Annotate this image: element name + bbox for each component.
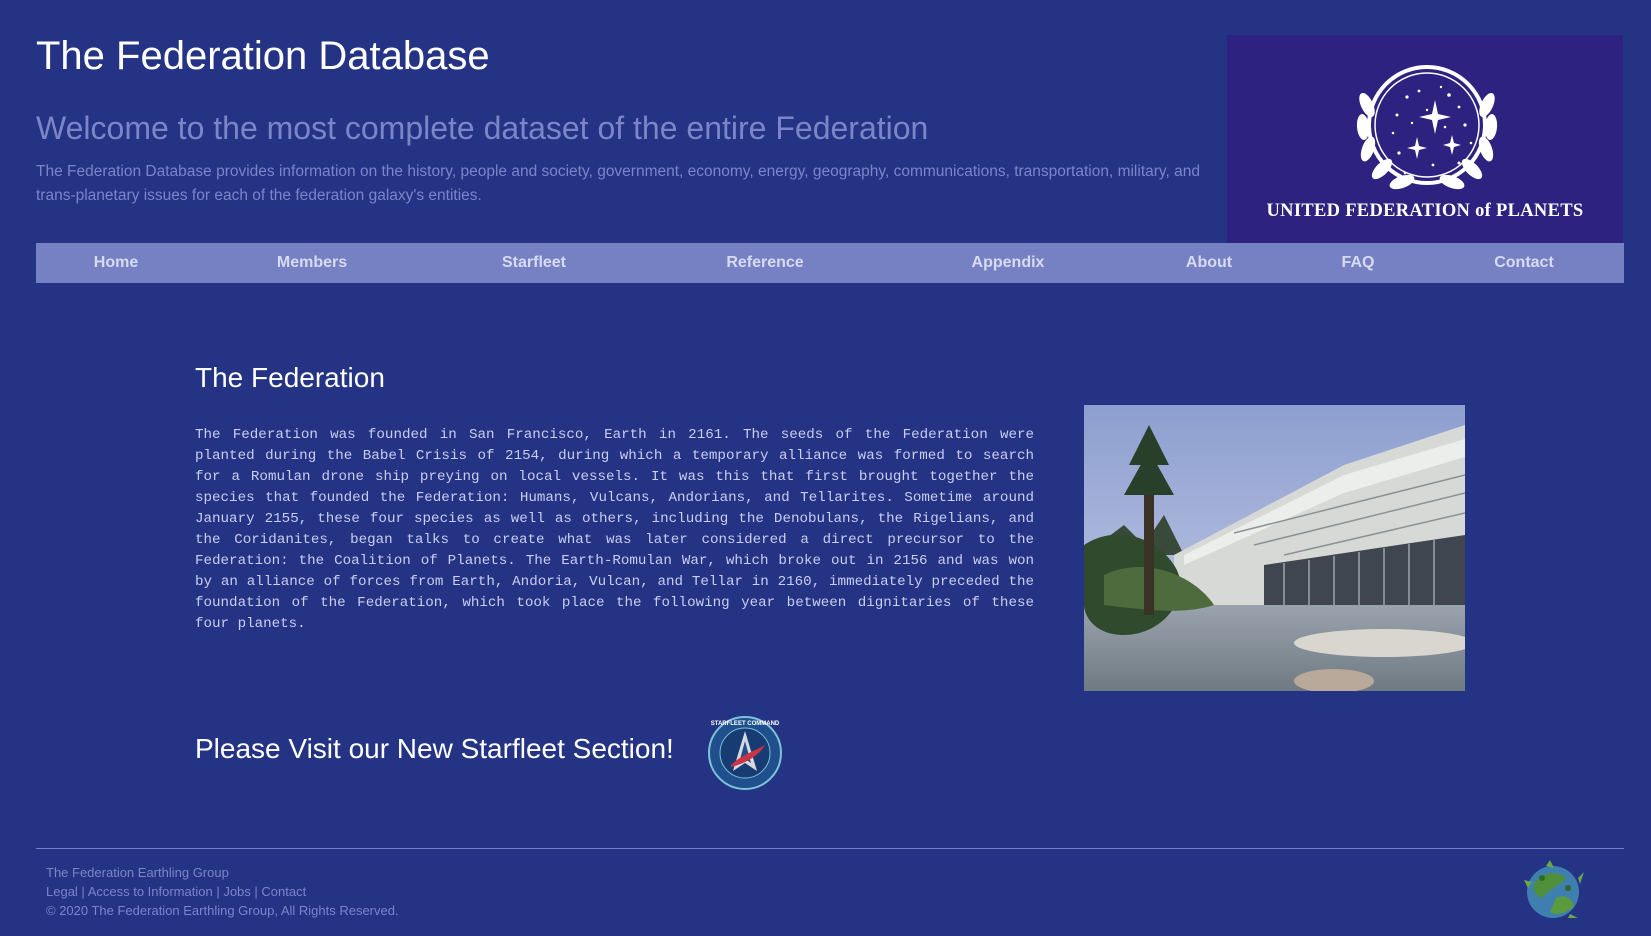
footer-link-access[interactable]: Access to Information [88, 884, 213, 899]
footer-link-jobs[interactable]: Jobs [223, 884, 250, 899]
nav-reference[interactable]: Reference [726, 243, 803, 283]
starfleet-delta-icon: STARFLEET COMMAND [708, 716, 782, 790]
footer-divider [36, 848, 1624, 849]
section-body: The Federation was founded in San Franci… [195, 427, 1034, 632]
site-title: The Federation Database [36, 34, 490, 78]
nav-contact[interactable]: Contact [1494, 243, 1554, 283]
footer-separator: | [212, 884, 224, 899]
starfleet-promo-heading: Please Visit our New Starfleet Section! [195, 733, 674, 764]
footer-separator: | [77, 884, 88, 899]
intro-text: The Federation Database provides informa… [36, 163, 1200, 204]
nav-members[interactable]: Members [277, 243, 347, 283]
nav-about[interactable]: About [1186, 243, 1232, 283]
logo-caption: UNITED FEDERATION of PLANETS [1266, 201, 1584, 221]
federation-headquarters-photo [1084, 405, 1465, 691]
nav-starfleet[interactable]: Starfleet [502, 243, 566, 283]
section-title: The Federation [195, 362, 385, 393]
badge-caption: STARFLEET COMMAND [711, 721, 780, 727]
footer-copyright: © 2020 The Federation Earthling Group, A… [46, 903, 399, 918]
footer-separator: | [250, 884, 262, 899]
nav-appendix[interactable]: Appendix [972, 243, 1045, 283]
footer-links: Legal | Access to Information | Jobs | C… [46, 884, 306, 899]
nav-faq[interactable]: FAQ [1342, 243, 1375, 283]
main-nav: Home Members Starfleet Reference Appendi… [36, 243, 1624, 283]
earth-globe-icon [1520, 858, 1586, 922]
starfleet-command-badge[interactable]: STARFLEET COMMAND [707, 715, 783, 791]
federation-logo: UNITED FEDERATION of PLANETS [1227, 35, 1623, 243]
nav-home[interactable]: Home [94, 243, 138, 283]
footer-link-legal[interactable]: Legal [46, 884, 78, 899]
footer-link-contact[interactable]: Contact [261, 884, 306, 899]
welcome-heading: Welcome to the most complete dataset of … [36, 110, 929, 146]
footer-group-name: The Federation Earthling Group [46, 865, 229, 880]
